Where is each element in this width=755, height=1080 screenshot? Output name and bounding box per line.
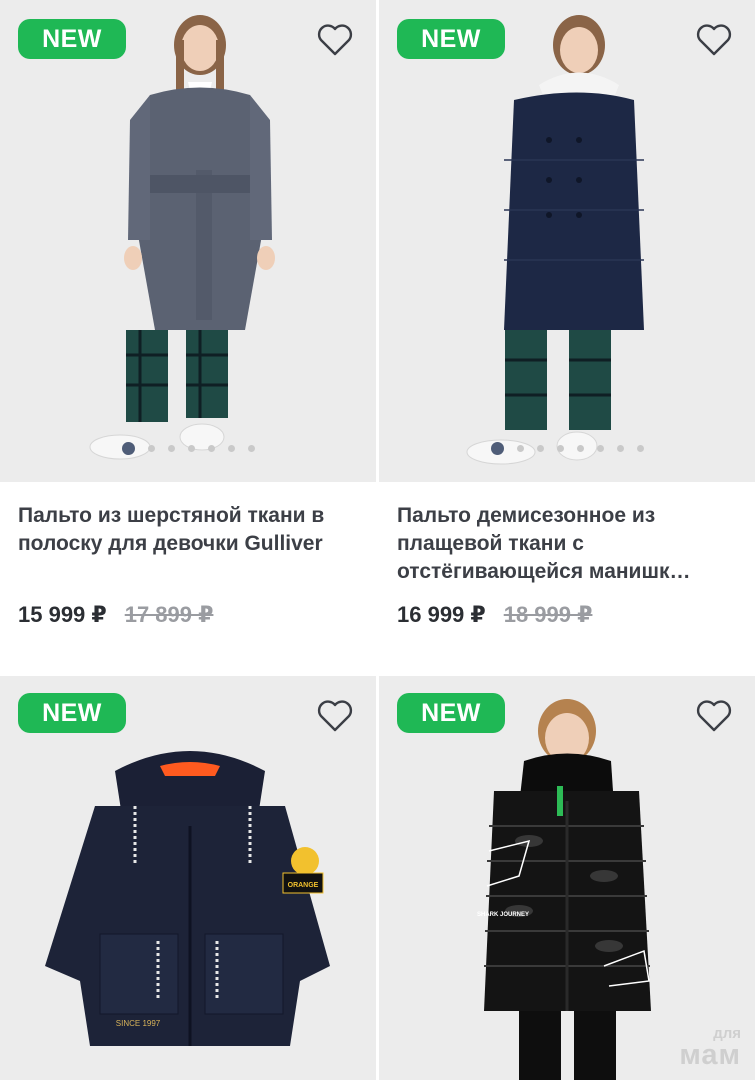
carousel-dot[interactable]: [490, 442, 504, 455]
carousel-dot[interactable]: [576, 445, 584, 452]
photo-carousel-dots[interactable]: [379, 442, 755, 455]
carousel-dot[interactable]: [121, 442, 135, 455]
product-photo[interactable]: NEW: [379, 0, 755, 482]
new-badge: NEW: [397, 19, 505, 59]
product-photo[interactable]: ORANGE SINCE 1997 NEW: [0, 676, 376, 1080]
product-card[interactable]: SHARK JOURNEY NEW для мам: [379, 676, 755, 1080]
product-photo[interactable]: SHARK JOURNEY NEW для мам: [379, 676, 755, 1080]
carousel-dot[interactable]: [636, 445, 644, 452]
carousel-dot[interactable]: [187, 445, 195, 452]
current-price: 15 999 ₽: [18, 602, 107, 627]
favorite-heart-icon[interactable]: [316, 22, 354, 58]
carousel-dot[interactable]: [556, 445, 564, 452]
carousel-dot[interactable]: [596, 445, 604, 452]
photo-carousel-dots[interactable]: [0, 442, 376, 455]
new-badge: NEW: [18, 19, 126, 59]
new-badge: NEW: [397, 693, 505, 733]
boy-black-puffer-photo: SHARK JOURNEY: [379, 676, 755, 1080]
carousel-dot[interactable]: [536, 445, 544, 452]
carousel-dot[interactable]: [616, 445, 624, 452]
price-row: 16 999 ₽ 18 999 ₽: [397, 602, 737, 628]
price-row: 15 999 ₽ 17 899 ₽: [18, 602, 358, 628]
patch-text: ORANGE: [288, 882, 319, 889]
old-price: 17 899 ₽: [124, 602, 214, 627]
product-photo[interactable]: NEW: [0, 0, 376, 482]
favorite-heart-icon[interactable]: [316, 698, 354, 734]
product-info: Пальто демисезонное из плащевой ткани с …: [379, 482, 755, 628]
carousel-dot[interactable]: [516, 445, 524, 452]
watermark-big: мам: [679, 1039, 741, 1071]
product-card[interactable]: NEW Пальто из шерстяной ткани в полоску …: [0, 0, 376, 628]
carousel-dot[interactable]: [167, 445, 175, 452]
favorite-heart-icon[interactable]: [695, 698, 733, 734]
old-price: 18 999 ₽: [503, 602, 593, 627]
carousel-dot[interactable]: [147, 445, 155, 452]
current-price: 16 999 ₽: [397, 602, 486, 627]
product-grid: NEW Пальто из шерстяной ткани в полоску …: [0, 0, 755, 1080]
carousel-dot[interactable]: [207, 445, 215, 452]
product-title[interactable]: Пальто демисезонное из плащевой ткани с …: [397, 502, 737, 586]
girl-grey-coat-photo: [0, 0, 376, 482]
girl-navy-coat-photo: [379, 0, 755, 482]
product-card[interactable]: ORANGE SINCE 1997 NEW: [0, 676, 376, 1080]
product-card[interactable]: NEW Пальто демисезонное из плащевой ткан…: [379, 0, 755, 628]
navy-parka-photo: ORANGE SINCE 1997: [0, 676, 376, 1080]
patch-text: SHARK JOURNEY: [477, 912, 529, 918]
new-badge: NEW: [18, 693, 126, 733]
product-info: Пальто из шерстяной ткани в полоску для …: [0, 482, 376, 628]
carousel-dot[interactable]: [227, 445, 235, 452]
product-title[interactable]: Пальто из шерстяной ткани в полоску для …: [18, 502, 358, 586]
patch-text: SINCE 1997: [116, 1019, 161, 1028]
watermark-logo: для мам: [679, 1026, 741, 1070]
favorite-heart-icon[interactable]: [695, 22, 733, 58]
carousel-dot[interactable]: [247, 445, 255, 452]
